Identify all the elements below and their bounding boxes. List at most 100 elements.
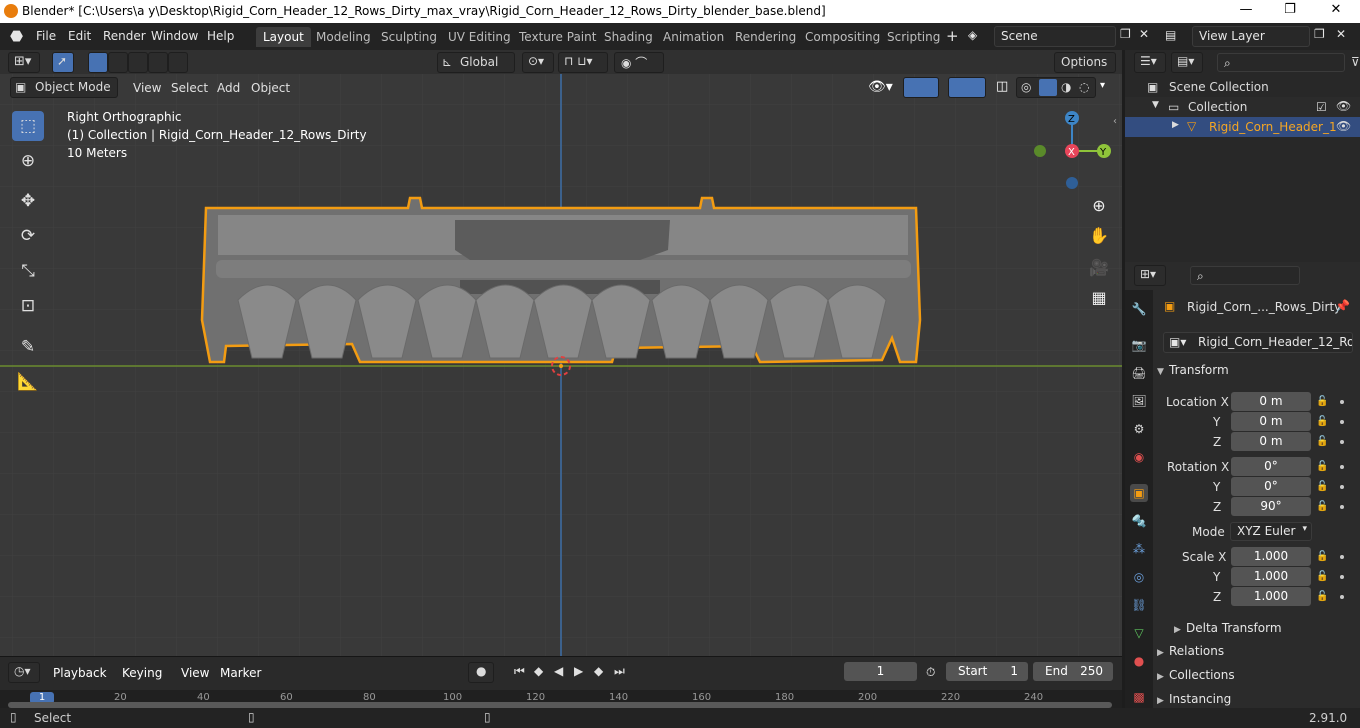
timeline-editor-type[interactable]: ◷▾ — [8, 662, 40, 683]
lock-location-x-icon[interactable]: 🔓 — [1316, 396, 1328, 408]
scale-z-field[interactable]: 1.000 — [1231, 587, 1311, 606]
filter-icon[interactable]: ⊽ — [1351, 55, 1360, 69]
keyframe-rotation-z-icon[interactable] — [1340, 505, 1344, 509]
frame-ruler[interactable]: 1 20 40 60 80 100 120 140 160 180 200 22… — [0, 690, 1122, 709]
view-layer-tab-icon[interactable]: 🖼 — [1130, 392, 1148, 410]
jump-start-icon[interactable]: ⏮ — [514, 664, 525, 679]
viewport-menu-view[interactable]: View — [133, 81, 161, 95]
outliner-search-input[interactable]: ⌕ — [1217, 53, 1345, 72]
prev-keyframe-icon[interactable]: ◆ — [534, 664, 543, 678]
timeline-menu-playback[interactable]: Playback — [53, 666, 107, 680]
lock-scale-y-icon[interactable]: 🔓 — [1316, 571, 1328, 583]
collection-checkbox-icon[interactable]: ☑ — [1316, 100, 1327, 114]
tab-modeling[interactable]: Modeling — [309, 27, 378, 47]
time-icon[interactable]: ⏱ — [926, 665, 935, 680]
wireframe-shading-icon[interactable]: ◎ — [1021, 80, 1031, 94]
zoom-icon[interactable]: ⊕ — [1085, 192, 1113, 220]
expand-arrow-icon[interactable]: ▼ — [1152, 100, 1159, 110]
tab-layout[interactable]: Layout — [256, 27, 311, 47]
transform-orientation-dropdown[interactable]: ⊾ Global — [437, 52, 515, 73]
auto-keying-button[interactable]: ● — [468, 662, 494, 683]
camera-view-icon[interactable]: 🎥 — [1085, 254, 1113, 282]
delta-transform-panel[interactable]: ▶ Delta Transform — [1174, 621, 1360, 643]
keyframe-scale-y-icon[interactable] — [1340, 575, 1344, 579]
maximize-button[interactable]: ❐ — [1275, 2, 1305, 20]
object-tab-icon[interactable]: ▣ — [1130, 484, 1148, 502]
texture-tab-icon[interactable]: ▩ — [1130, 688, 1148, 706]
collection-visibility-icon[interactable]: 👁 — [1336, 99, 1351, 113]
rotation-mode-dropdown[interactable]: XYZ Euler ▾ — [1230, 522, 1312, 541]
menu-file[interactable]: File — [36, 29, 56, 43]
lock-location-z-icon[interactable]: 🔓 — [1316, 436, 1328, 448]
options-dropdown[interactable]: Options — [1054, 52, 1116, 73]
lock-rotation-y-icon[interactable]: 🔓 — [1316, 481, 1328, 493]
tab-sculpting[interactable]: Sculpting — [374, 27, 444, 47]
lock-rotation-x-icon[interactable]: 🔓 — [1316, 461, 1328, 473]
menu-window[interactable]: Window — [151, 29, 198, 43]
rotation-z-field[interactable]: 90° — [1231, 497, 1311, 516]
mode-dropdown[interactable]: ▣ Object Mode — [10, 77, 118, 98]
outliner-editor-type[interactable]: ☰▾ — [1134, 52, 1166, 73]
pivot-point-dropdown[interactable]: ⊙▾ — [522, 52, 554, 73]
play-icon[interactable]: ▶ — [574, 664, 583, 678]
rendered-shading-icon[interactable]: ◌ — [1079, 80, 1089, 94]
scene-field[interactable]: Scene — [994, 26, 1116, 47]
lock-location-y-icon[interactable]: 🔓 — [1316, 416, 1328, 428]
delete-scene-icon[interactable]: ✕ — [1139, 27, 1149, 41]
select-box-tool[interactable]: ⬚ — [12, 111, 44, 141]
material-shading-icon[interactable]: ◑ — [1061, 80, 1071, 94]
instancing-panel[interactable]: ▶ Instancing — [1157, 692, 1353, 708]
tab-compositing[interactable]: Compositing — [798, 27, 887, 47]
world-tab-icon[interactable]: ◉ — [1130, 448, 1148, 466]
material-tab-icon[interactable]: ● — [1130, 652, 1148, 670]
editor-type-button[interactable]: ⊞▾ — [8, 52, 40, 73]
delete-view-layer-icon[interactable]: ✕ — [1336, 27, 1346, 41]
snap-dropdown[interactable]: ⊓ ⊔▾ — [558, 52, 608, 73]
tab-shading[interactable]: Shading — [597, 27, 660, 47]
annotate-tool[interactable]: ✎ — [12, 332, 44, 362]
physics-tab-icon[interactable]: ◎ — [1130, 568, 1148, 586]
transform-tool[interactable]: ⊡ — [12, 291, 44, 321]
collections-panel[interactable]: ▶ Collections — [1157, 668, 1353, 690]
next-keyframe-icon[interactable]: ◆ — [594, 664, 603, 678]
tool-tab-icon[interactable]: 🔧 — [1130, 300, 1148, 318]
viewport-menu-add[interactable]: Add — [217, 81, 240, 95]
close-button[interactable]: ✕ — [1321, 2, 1351, 20]
pin-icon[interactable]: 📌 — [1335, 299, 1350, 313]
keyframe-rotation-y-icon[interactable] — [1340, 485, 1344, 489]
add-workspace-button[interactable]: + — [946, 27, 959, 45]
particles-tab-icon[interactable]: ⁂ — [1130, 540, 1148, 558]
select-tool-button[interactable]: ➚ — [52, 52, 74, 73]
outliner-row-collection[interactable]: ▼ ▭ Collection ☑ 👁 — [1125, 97, 1360, 117]
viewport-menu-object[interactable]: Object — [251, 81, 290, 95]
tab-uv-editing[interactable]: UV Editing — [441, 27, 518, 47]
view-layer-field[interactable]: View Layer — [1192, 26, 1310, 47]
new-view-layer-icon[interactable]: ❐ — [1314, 27, 1325, 41]
constraints-tab-icon[interactable]: ⛓ — [1130, 596, 1148, 614]
sidebar-toggle-icon[interactable]: ‹ — [1113, 116, 1117, 127]
display-mode-dropdown[interactable]: ▤▾ — [1171, 52, 1203, 73]
location-z-field[interactable]: 0 m — [1231, 432, 1311, 451]
keyframe-rotation-x-icon[interactable] — [1340, 465, 1344, 469]
visibility-icon[interactable]: 👁▾ — [868, 79, 893, 95]
collapse-arrow-icon[interactable]: ▶ — [1172, 120, 1179, 130]
keyframe-scale-z-icon[interactable] — [1340, 595, 1344, 599]
tab-scripting[interactable]: Scripting — [880, 27, 947, 47]
rotate-tool[interactable]: ⟳ — [12, 221, 44, 251]
keyframe-location-y-icon[interactable] — [1340, 420, 1344, 424]
lock-scale-z-icon[interactable]: 🔓 — [1316, 591, 1328, 603]
transform-panel-header[interactable]: ▼ Transform — [1157, 363, 1353, 385]
keyframe-scale-x-icon[interactable] — [1340, 555, 1344, 559]
data-tab-icon[interactable]: ▽ — [1130, 624, 1148, 642]
blender-menu-icon[interactable]: ⬣ — [10, 27, 23, 45]
scale-y-field[interactable]: 1.000 — [1231, 567, 1311, 586]
move-tool[interactable]: ✥ — [12, 186, 44, 216]
timeline-menu-view[interactable]: View — [181, 666, 209, 680]
properties-search-input[interactable]: ⌕ — [1190, 266, 1300, 285]
outliner-row-scene-collection[interactable]: ▣ Scene Collection — [1125, 77, 1360, 97]
jump-end-icon[interactable]: ⏭ — [614, 664, 625, 679]
keyframe-location-z-icon[interactable] — [1340, 440, 1344, 444]
gizmo-toggle-button[interactable] — [903, 77, 939, 98]
select-mode-new-button[interactable] — [88, 52, 108, 73]
cursor-tool[interactable]: ⊕ — [12, 146, 44, 176]
